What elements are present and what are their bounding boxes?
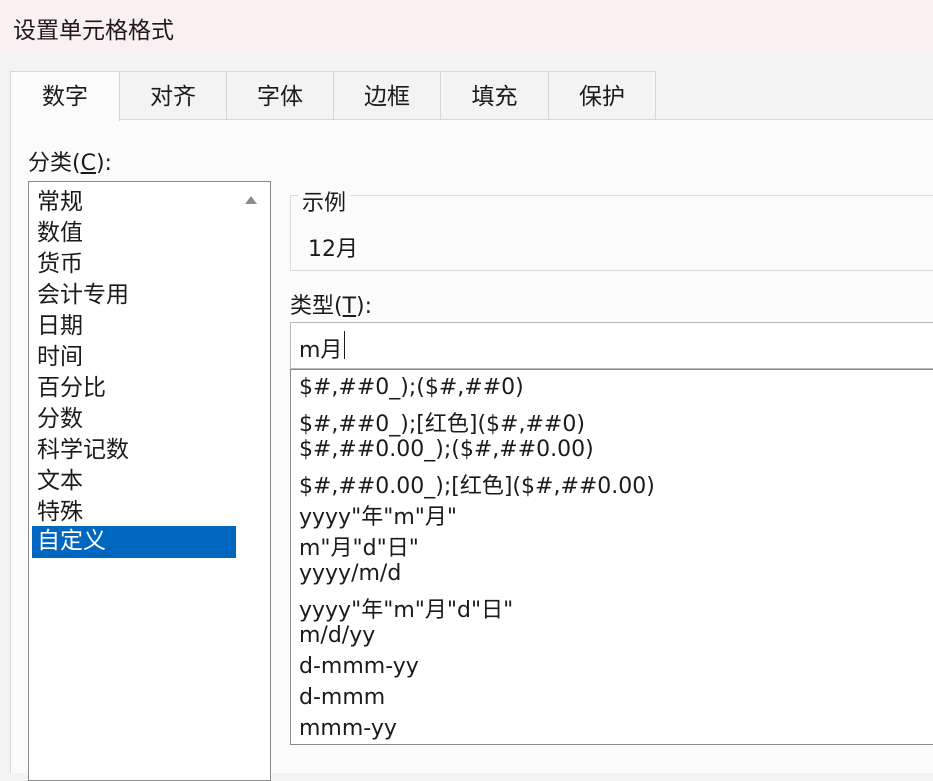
tab-alignment[interactable]: 对齐 — [119, 71, 227, 119]
format-item[interactable]: m"月"d"日" — [299, 530, 419, 562]
sample-legend: 示例 — [298, 185, 351, 217]
sample-value: 12月 — [308, 237, 358, 262]
tab-font[interactable]: 字体 — [226, 71, 334, 119]
format-item[interactable]: $#,##0_);($#,##0) — [299, 375, 524, 400]
category-item-scientific[interactable]: 科学记数 — [32, 435, 236, 466]
tab-strip: 数字 对齐 字体 边框 填充 保护 — [10, 71, 933, 121]
sample-group — [290, 195, 933, 271]
category-item-accounting[interactable]: 会计专用 — [32, 280, 236, 311]
tab-border[interactable]: 边框 — [333, 71, 441, 119]
category-item-percentage[interactable]: 百分比 — [32, 373, 236, 404]
text-caret — [344, 331, 345, 359]
category-label: 分类(C): — [28, 151, 112, 176]
title-bar: 设置单元格格式 — [0, 0, 933, 55]
dialog-title: 设置单元格格式 — [13, 18, 174, 44]
category-item-text[interactable]: 文本 — [32, 466, 236, 497]
format-item[interactable]: yyyy"年"m"月" — [299, 499, 457, 531]
tab-divider — [10, 119, 933, 120]
format-item[interactable]: mmm-yy — [299, 716, 397, 741]
category-item-time[interactable]: 时间 — [32, 342, 236, 373]
category-item-special[interactable]: 特殊 — [32, 497, 236, 528]
format-item[interactable]: yyyy"年"m"月"d"日" — [299, 592, 513, 624]
format-item[interactable]: d-mmm — [299, 685, 385, 710]
category-item-date[interactable]: 日期 — [32, 311, 236, 342]
format-item[interactable]: $#,##0.00_);($#,##0.00) — [299, 437, 594, 462]
tab-fill[interactable]: 填充 — [440, 71, 549, 119]
type-input[interactable]: m月 — [290, 322, 933, 369]
category-list[interactable]: 常规 数值 货币 会计专用 日期 时间 百分比 分数 科学记数 文本 特殊 自定… — [28, 181, 271, 781]
tab-protection[interactable]: 保护 — [548, 71, 656, 119]
category-item-number[interactable]: 数值 — [32, 218, 236, 249]
type-label: 类型(T): — [290, 294, 373, 319]
type-input-value: m月 — [299, 338, 343, 363]
category-item-custom[interactable]: 自定义 — [32, 526, 236, 558]
category-item-currency[interactable]: 货币 — [32, 249, 236, 280]
format-item[interactable]: d-mmm-yy — [299, 654, 419, 679]
format-item[interactable]: $#,##0_);[红色]($#,##0) — [299, 406, 585, 438]
format-item[interactable]: m/d/yy — [299, 623, 375, 648]
category-item-fraction[interactable]: 分数 — [32, 404, 236, 435]
format-item[interactable]: $#,##0.00_);[红色]($#,##0.00) — [299, 468, 655, 500]
format-item[interactable]: yyyy/m/d — [299, 561, 401, 586]
category-item-general[interactable]: 常规 — [32, 187, 236, 218]
scroll-up-arrow-icon[interactable] — [245, 196, 257, 204]
tab-number[interactable]: 数字 — [10, 71, 120, 121]
format-list[interactable]: $#,##0_);($#,##0) $#,##0_);[红色]($#,##0) … — [290, 369, 933, 745]
